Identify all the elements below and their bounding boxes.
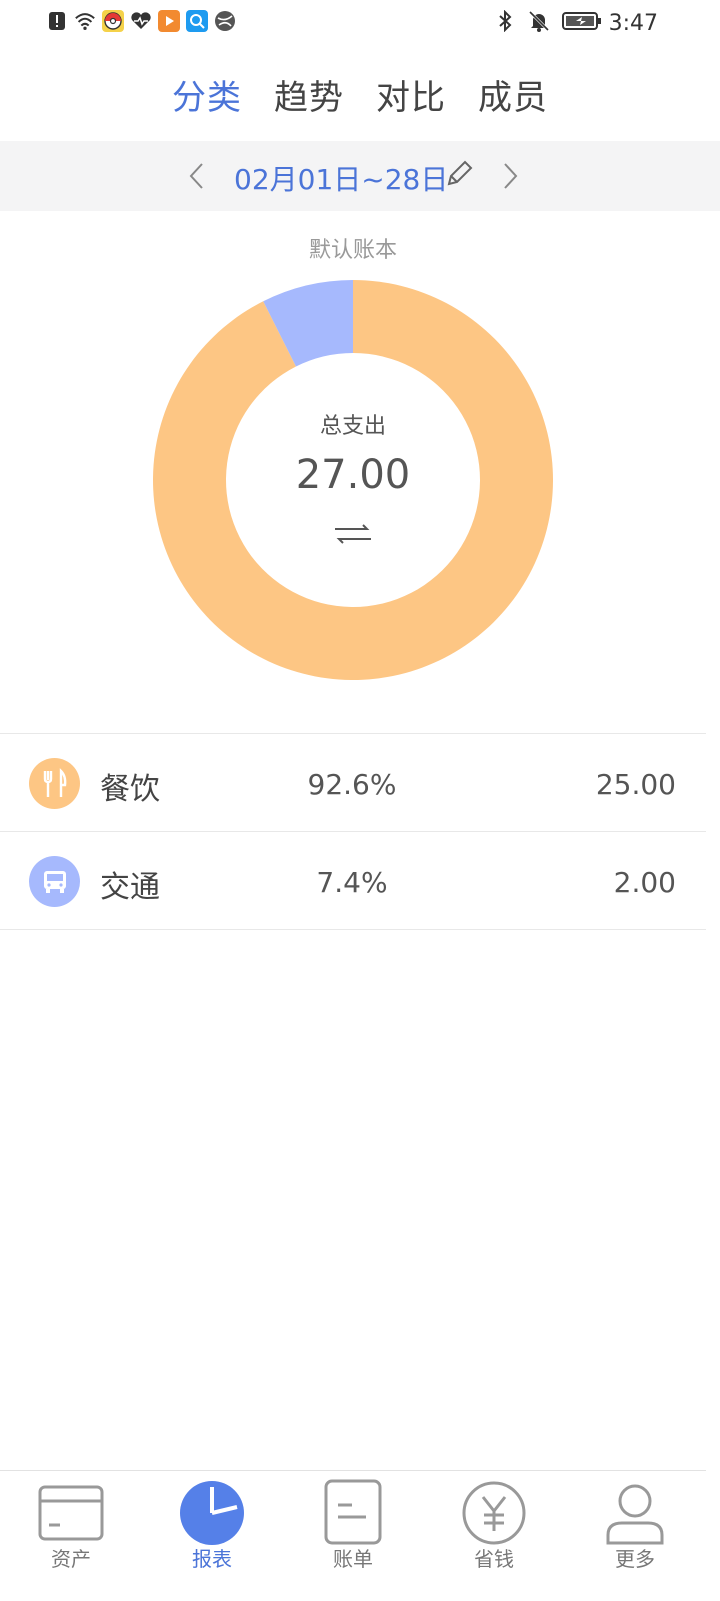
bluetooth-icon	[494, 10, 516, 32]
report-tabs: 分类 趋势 对比 成员	[0, 70, 720, 126]
pie-chart-icon	[180, 1481, 244, 1545]
card-icon	[38, 1485, 104, 1541]
chevron-right-icon	[504, 163, 518, 189]
category-percent: 92.6%	[307, 768, 397, 801]
tab-trend[interactable]: 趋势	[274, 70, 344, 126]
category-row-food[interactable]: 餐饮 92.6% 25.00	[0, 734, 706, 832]
person-icon	[606, 1484, 664, 1545]
account-book-name: 默认账本	[308, 238, 397, 263]
bill-icon	[324, 1479, 382, 1545]
alert-icon	[46, 10, 68, 32]
nav-label: 省钱	[474, 1547, 514, 1571]
edit-date-button[interactable]	[445, 158, 477, 192]
tab-compare[interactable]: 对比	[376, 70, 446, 126]
nav-label: 账单	[333, 1547, 373, 1571]
nav-bills[interactable]: 账单	[293, 1471, 413, 1571]
category-percent: 7.4%	[316, 866, 388, 899]
nav-more[interactable]: 更多	[575, 1471, 695, 1571]
date-range-text[interactable]: 02月01日~28日	[234, 158, 448, 198]
browser-icon	[214, 10, 236, 32]
status-bar: 3:47	[0, 0, 720, 48]
category-name: 交通	[100, 870, 160, 905]
search-app-icon	[186, 10, 208, 32]
video-app-icon	[158, 10, 180, 32]
tab-category[interactable]: 分类	[172, 70, 242, 126]
nav-label: 更多	[615, 1547, 655, 1571]
nav-label: 报表	[192, 1547, 232, 1571]
prev-period-button[interactable]	[175, 154, 219, 198]
mute-bell-icon	[528, 10, 550, 32]
app-pokeball-icon	[102, 10, 124, 32]
nav-reports[interactable]: 报表	[152, 1471, 272, 1571]
category-row-transport[interactable]: 交通 7.4% 2.00	[0, 832, 706, 930]
next-period-button[interactable]	[488, 154, 532, 198]
nav-assets[interactable]: 资产	[11, 1471, 131, 1571]
switch-arrows-icon	[335, 524, 371, 544]
pencil-icon	[447, 160, 473, 186]
status-right-icons	[494, 10, 602, 32]
health-icon	[130, 10, 152, 32]
nav-label: 资产	[51, 1547, 91, 1571]
switch-income-expense-button[interactable]	[333, 520, 373, 548]
fork-knife-icon	[29, 758, 80, 809]
yen-icon	[462, 1481, 526, 1545]
category-name: 餐饮	[100, 772, 160, 807]
tab-members[interactable]: 成员	[478, 70, 548, 126]
category-amount: 25.00	[595, 768, 676, 801]
date-range-bar: 02月01日~28日	[0, 141, 720, 211]
category-list: 餐饮 92.6% 25.00 交通 7.4% 2.00	[0, 733, 706, 930]
expense-donut-chart[interactable]	[153, 280, 553, 680]
chevron-left-icon	[189, 163, 203, 189]
bus-icon	[29, 856, 80, 907]
battery-icon	[562, 10, 602, 32]
category-amount: 2.00	[613, 866, 676, 899]
bottom-nav: 资产 报表 账单 省钱 更多	[0, 1470, 706, 1601]
status-time: 3:47	[608, 11, 658, 36]
nav-savings[interactable]: 省钱	[434, 1471, 554, 1571]
status-left-icons	[46, 10, 236, 32]
wifi-icon	[74, 10, 96, 32]
